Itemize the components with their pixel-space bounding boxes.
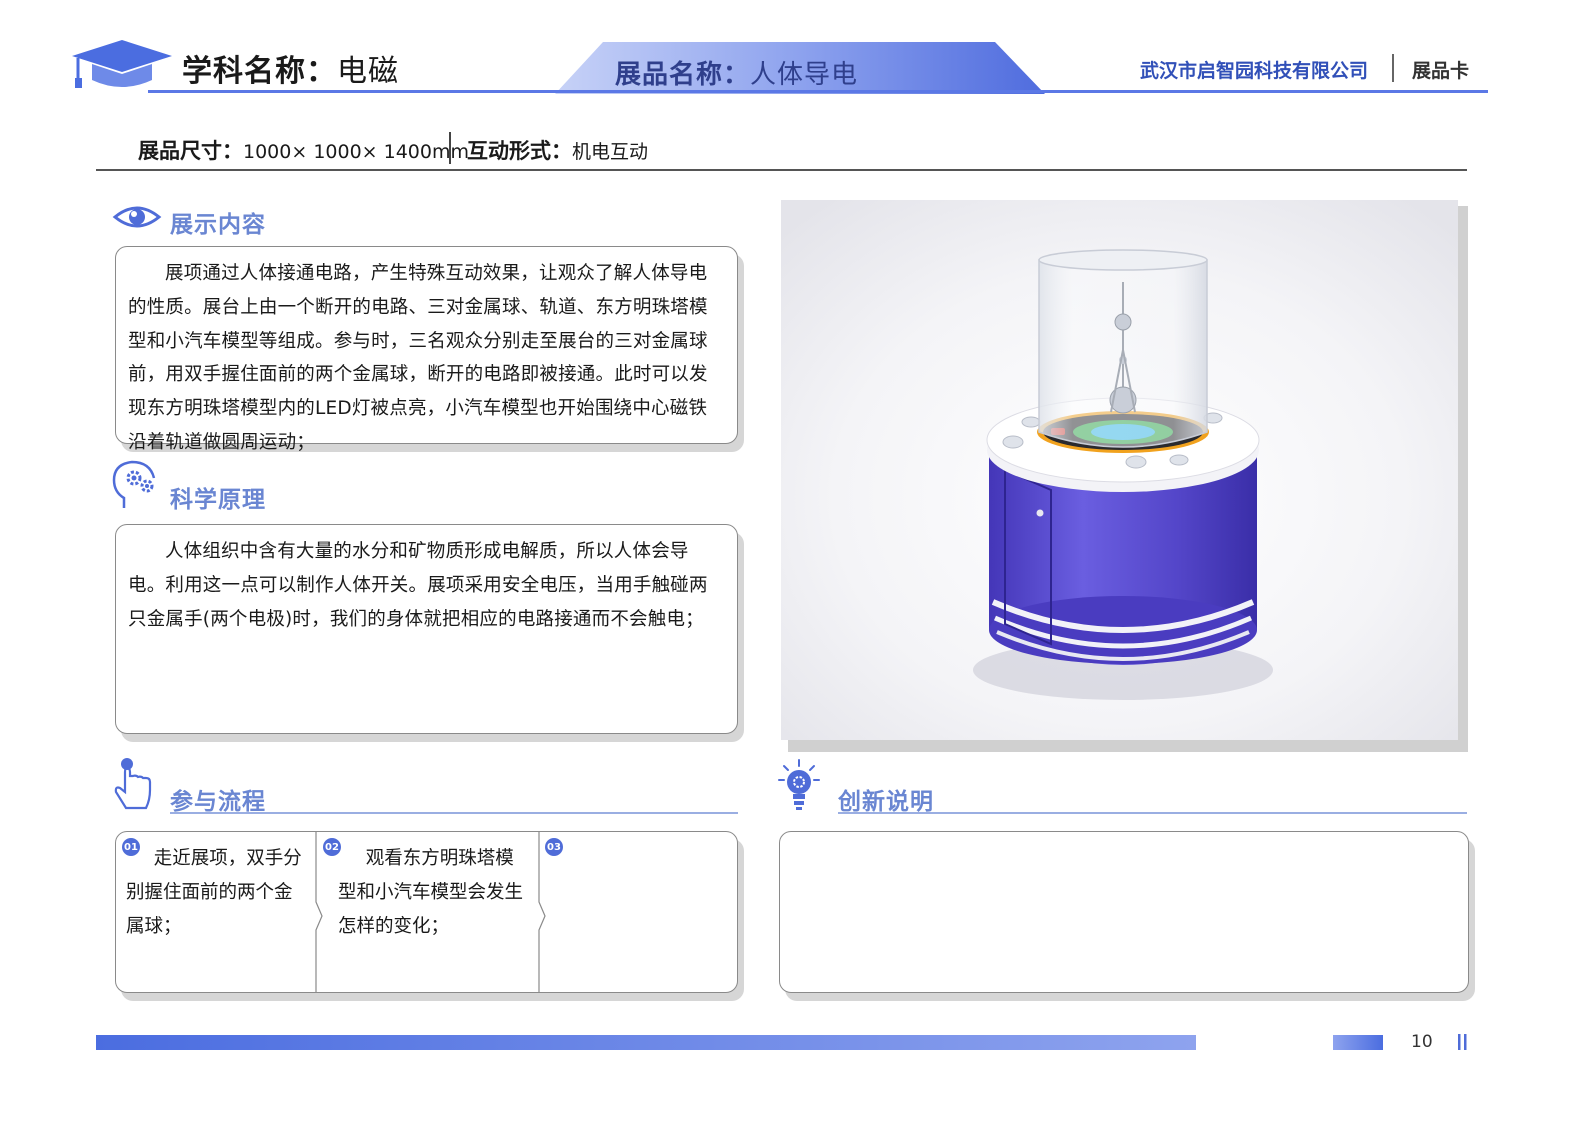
- innovation-section-title: 创新说明: [838, 789, 934, 815]
- exhibit-name: 展品名称：人体导电: [615, 54, 858, 91]
- footer-bar: [96, 1035, 1196, 1050]
- footer-accent-bar: [1333, 1035, 1383, 1050]
- spec-divider: [449, 132, 451, 164]
- step-divider: [315, 832, 323, 992]
- exhibit-size: 展品尺寸：1000× 1000× 1400mm: [138, 135, 469, 165]
- exhibit-value: 人体导电: [750, 60, 859, 90]
- innovation-text: [780, 832, 1468, 842]
- exhibit-label: 展品名称：: [615, 60, 751, 90]
- step-badge-03: 03: [545, 838, 563, 856]
- spec-rule: [96, 169, 1467, 171]
- page-number: 10: [1411, 1032, 1433, 1052]
- card-label: 展品卡: [1412, 60, 1470, 82]
- step-text-01: 走近展项，双手分别握住面前的两个金属球；: [126, 848, 302, 937]
- size-value: 1000× 1000× 1400mm: [243, 141, 469, 163]
- process-box: 01 走近展项，双手分别握住面前的两个金属球； 02 观看东方明珠塔模型和小汽车…: [115, 831, 738, 993]
- interaction-label: 互动形式：: [467, 139, 572, 163]
- size-label: 展品尺寸：: [138, 139, 243, 163]
- subject-value: 电磁: [337, 54, 399, 89]
- footer-marks-icon: [1458, 1034, 1467, 1050]
- graduation-cap-icon: [72, 40, 172, 88]
- innovation-rule: [838, 812, 1467, 814]
- process-rule: [170, 812, 738, 814]
- subject-label: 学科名称：: [182, 54, 337, 89]
- step-divider: [538, 832, 546, 992]
- principle-box: 人体组织中含有大量的水分和矿物质形成电解质，所以人体会导电。利用这一点可以制作人…: [115, 524, 738, 734]
- pointer-hand-icon: [114, 758, 152, 810]
- interaction-type: 互动形式：机电互动: [467, 135, 648, 165]
- subject-name: 学科名称：电磁: [182, 46, 399, 90]
- exhibit-photo: [781, 200, 1458, 740]
- lightbulb-icon: [778, 759, 820, 810]
- step-text-02: 观看东方明珠塔模型和小汽车模型会发生怎样的变化；: [338, 848, 524, 937]
- principle-text: 人体组织中含有大量的水分和矿物质形成电解质，所以人体会导电。利用这一点可以制作人…: [128, 541, 708, 630]
- eye-icon: [112, 206, 162, 228]
- content-section-title: 展示内容: [170, 212, 266, 238]
- process-section-title: 参与流程: [170, 789, 266, 815]
- header-divider: [1392, 54, 1394, 82]
- head-gears-icon: [112, 460, 156, 508]
- innovation-box: [779, 831, 1469, 993]
- company-name: 武汉市启智园科技有限公司: [1140, 60, 1369, 82]
- content-box: 展项通过人体接通电路，产生特殊互动效果，让观众了解人体导电的性质。展台上由一个断…: [115, 246, 738, 453]
- principle-section-title: 科学原理: [170, 487, 266, 513]
- content-text: 展项通过人体接通电路，产生特殊互动效果，让观众了解人体导电的性质。展台上由一个断…: [128, 263, 708, 453]
- interaction-value: 机电互动: [572, 141, 649, 163]
